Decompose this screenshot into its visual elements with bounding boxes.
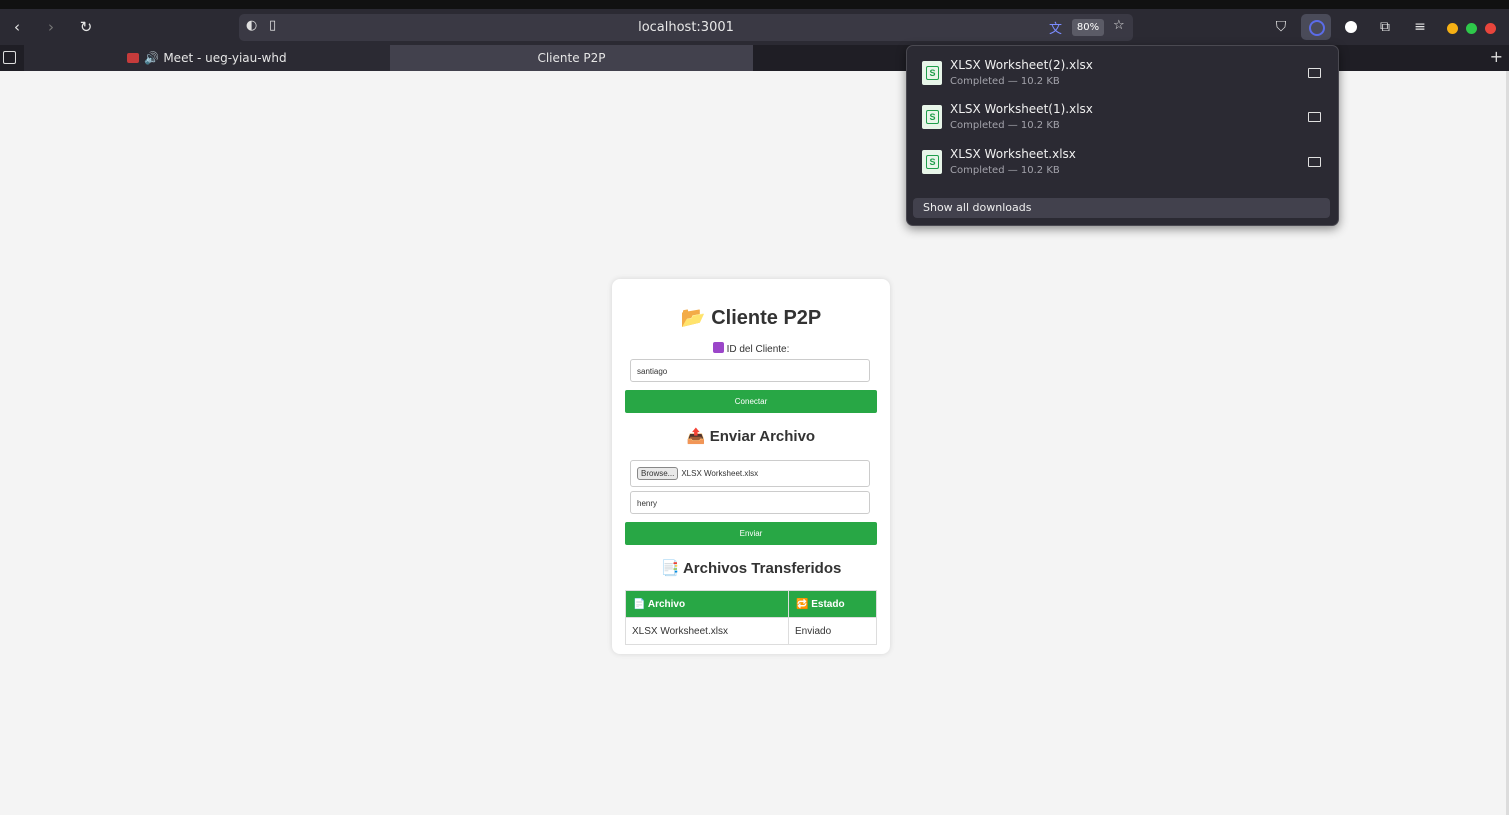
- download-item[interactable]: XLSX Worksheet.xlsx Completed — 10.2 KB: [907, 141, 1338, 185]
- downloads-panel: XLSX Worksheet(2).xlsx Completed — 10.2 …: [906, 45, 1339, 226]
- url-text[interactable]: localhost:3001: [239, 20, 1133, 35]
- download-name: XLSX Worksheet(1).xlsx: [950, 102, 1093, 116]
- translate-icon[interactable]: 文: [1049, 18, 1062, 37]
- folder-emoji-icon: 📂: [680, 307, 706, 329]
- download-name: XLSX Worksheet.xlsx: [950, 147, 1076, 161]
- spreadsheet-icon: [922, 150, 942, 174]
- back-icon[interactable]: ‹: [3, 9, 31, 45]
- send-section-title-text: Enviar Archivo: [709, 428, 816, 445]
- cell-status: Enviado: [788, 617, 877, 645]
- tab-label: Meet - ueg-yiau-whd: [163, 51, 287, 65]
- table-header-row: 📄 Archivo 🔁 Estado: [625, 590, 877, 618]
- selected-file-name: XLSX Worksheet.xlsx: [681, 469, 759, 478]
- folder-icon[interactable]: [1308, 68, 1321, 78]
- account-icon[interactable]: [1338, 9, 1364, 45]
- page-title-text: Cliente P2P: [711, 307, 822, 329]
- tab-meet[interactable]: 🔊 Meet - ueg-yiau-whd: [24, 45, 390, 71]
- download-item[interactable]: XLSX Worksheet(2).xlsx Completed — 10.2 …: [907, 52, 1338, 96]
- file-input[interactable]: Browse... XLSX Worksheet.xlsx: [630, 460, 870, 487]
- sidebar-icon[interactable]: [3, 51, 16, 64]
- send-button[interactable]: Enviar: [625, 522, 877, 545]
- spreadsheet-icon: [922, 105, 942, 129]
- download-name: XLSX Worksheet(2).xlsx: [950, 58, 1093, 72]
- zoom-indicator[interactable]: 80%: [1072, 19, 1104, 36]
- column-header-estado: 🔁 Estado: [788, 590, 877, 618]
- media-icon: [127, 53, 140, 63]
- pocket-icon[interactable]: ⛉: [1268, 9, 1294, 45]
- table-row: XLSX Worksheet.xlsx Enviado: [625, 617, 877, 645]
- show-all-downloads-button[interactable]: Show all downloads: [913, 198, 1330, 218]
- new-tab-icon[interactable]: +: [1490, 47, 1503, 66]
- client-id-input[interactable]: santiago: [630, 359, 870, 382]
- forward-icon[interactable]: ›: [37, 9, 65, 45]
- close-button[interactable]: [1485, 23, 1496, 34]
- browse-button[interactable]: Browse...: [637, 467, 679, 480]
- page-title: 📂 Cliente P2P: [612, 305, 890, 330]
- minimize-button[interactable]: [1447, 23, 1458, 34]
- client-id-label: ID del Cliente:: [612, 342, 890, 355]
- downloads-button[interactable]: [1301, 14, 1331, 40]
- send-section-title: 📤 Enviar Archivo: [612, 427, 890, 445]
- speaker-icon[interactable]: 🔊: [144, 51, 159, 65]
- download-status: Completed — 10.2 KB: [950, 120, 1060, 131]
- maximize-button[interactable]: [1466, 23, 1477, 34]
- cell-file: XLSX Worksheet.xlsx: [625, 617, 789, 645]
- transfers-title: 📑 Archivos Transferidos: [612, 559, 890, 577]
- download-status: Completed — 10.2 KB: [950, 165, 1060, 176]
- extensions-icon[interactable]: ⧉: [1372, 9, 1398, 45]
- document-list-icon: 📑: [660, 560, 680, 577]
- browser-toolbar: ‹ › ↻ ◐ ▯ localhost:3001 文 80% ☆ ⛉ ⧉ ≡: [0, 9, 1509, 45]
- client-id-label-text: ID del Cliente:: [726, 344, 790, 355]
- client-card: 📂 Cliente P2P ID del Cliente: santiago C…: [612, 279, 890, 654]
- spreadsheet-icon: [922, 61, 942, 85]
- id-icon: [712, 342, 724, 353]
- recipient-input[interactable]: henry: [630, 491, 870, 514]
- downloads-icon: [1309, 20, 1325, 36]
- url-bar[interactable]: ◐ ▯ localhost:3001 文 80% ☆: [239, 14, 1133, 41]
- folder-icon[interactable]: [1308, 157, 1321, 167]
- bookmark-star-icon[interactable]: ☆: [1113, 18, 1125, 33]
- download-item[interactable]: XLSX Worksheet(1).xlsx Completed — 10.2 …: [907, 96, 1338, 140]
- reload-icon[interactable]: ↻: [72, 9, 100, 45]
- tab-cliente-p2p[interactable]: Cliente P2P: [390, 45, 753, 71]
- menu-icon[interactable]: ≡: [1407, 9, 1433, 45]
- column-header-archivo: 📄 Archivo: [625, 590, 789, 618]
- transfers-table: 📄 Archivo 🔁 Estado XLSX Worksheet.xlsx E…: [625, 590, 877, 645]
- folder-icon[interactable]: [1308, 112, 1321, 122]
- tab-label: Cliente P2P: [537, 51, 606, 65]
- transfers-title-text: Archivos Transferidos: [682, 560, 842, 577]
- outbox-icon: 📤: [686, 428, 706, 445]
- download-status: Completed — 10.2 KB: [950, 76, 1060, 87]
- connect-button[interactable]: Conectar: [625, 390, 877, 413]
- os-top-bar: [0, 0, 1509, 9]
